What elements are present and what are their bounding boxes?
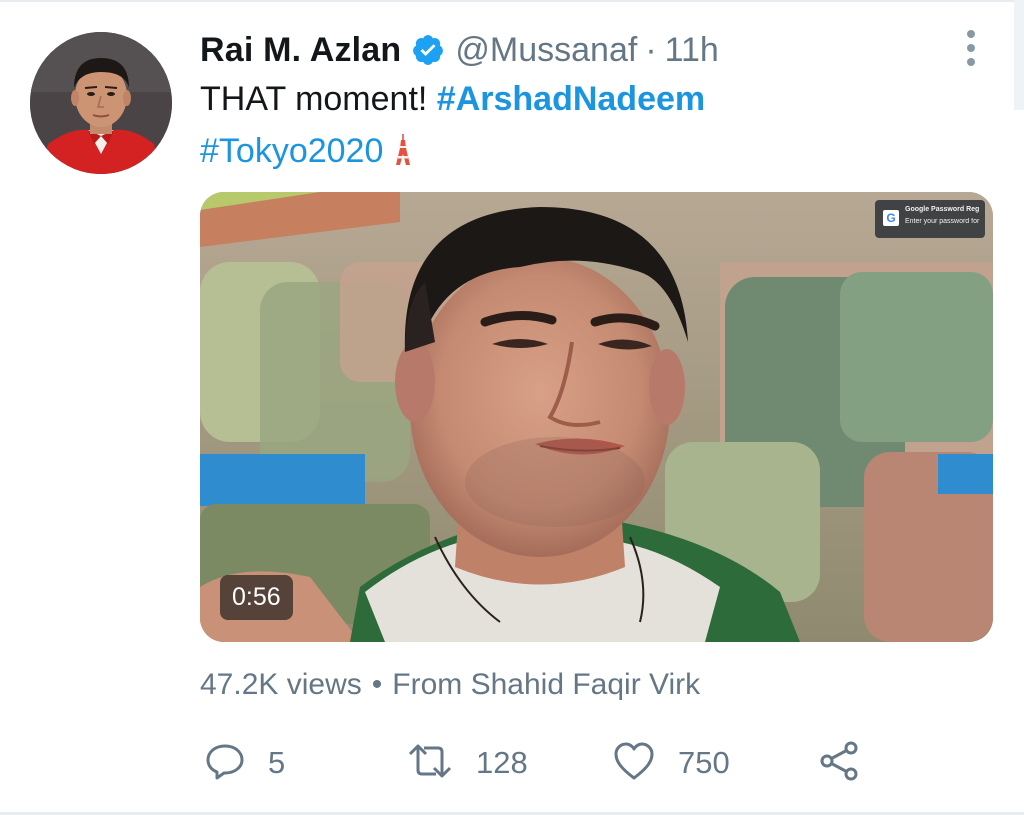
display-name[interactable]: Rai M. Azlan xyxy=(200,31,401,70)
reply-count: 5 xyxy=(268,745,286,780)
tweet[interactable]: Rai M. Azlan @Mussanaf · 11h THAT moment… xyxy=(0,0,1024,815)
tweet-timestamp[interactable]: 11h xyxy=(665,31,719,70)
video-source[interactable]: From Shahid Faqir Virk xyxy=(392,668,700,701)
notification-body: Enter your password for "Internet Accoun… xyxy=(905,218,981,225)
tokyo-tower-emoji-icon xyxy=(393,134,413,175)
reply-button[interactable]: 5 xyxy=(204,738,285,788)
verified-badge-icon xyxy=(411,33,445,67)
tweet-header: Rai M. Azlan @Mussanaf · 11h xyxy=(200,28,719,72)
reply-icon xyxy=(204,740,246,787)
more-options-icon[interactable] xyxy=(956,26,986,72)
tweet-text: THAT moment! xyxy=(200,80,437,118)
user-handle[interactable]: @Mussanaf xyxy=(455,31,637,70)
avatar[interactable] xyxy=(30,32,172,174)
like-count: 750 xyxy=(678,745,730,780)
password-notification-overlay: G Google Password Reg Enter your passwor… xyxy=(875,200,985,238)
google-icon: G xyxy=(883,210,899,226)
tweet-text-line-2: #Tokyo2020 xyxy=(200,132,413,175)
retweet-icon xyxy=(406,740,454,787)
meta-separator: • xyxy=(371,668,383,701)
top-divider xyxy=(0,0,1024,2)
video-player[interactable]: G Google Password Reg Enter your passwor… xyxy=(200,192,993,642)
video-duration-badge: 0:56 xyxy=(220,575,293,620)
tweet-text-line-1: THAT moment! #ArshadNadeem xyxy=(200,80,705,119)
hashtag-tokyo2020[interactable]: #Tokyo2020 xyxy=(200,132,383,170)
header-separator: · xyxy=(645,30,657,69)
retweet-count: 128 xyxy=(476,745,528,780)
heart-icon xyxy=(612,740,656,787)
notification-title: Google Password Reg xyxy=(905,206,980,213)
retweet-button[interactable]: 128 xyxy=(406,738,528,788)
share-icon xyxy=(818,740,860,787)
hashtag-arshadnadeem[interactable]: #ArshadNadeem xyxy=(437,80,705,118)
tweet-meta: 47.2K views • From Shahid Faqir Virk xyxy=(200,668,700,702)
right-edge-strip xyxy=(1014,0,1024,110)
like-button[interactable]: 750 xyxy=(612,738,730,788)
view-count: 47.2K views xyxy=(200,668,362,701)
share-button[interactable] xyxy=(818,738,860,788)
